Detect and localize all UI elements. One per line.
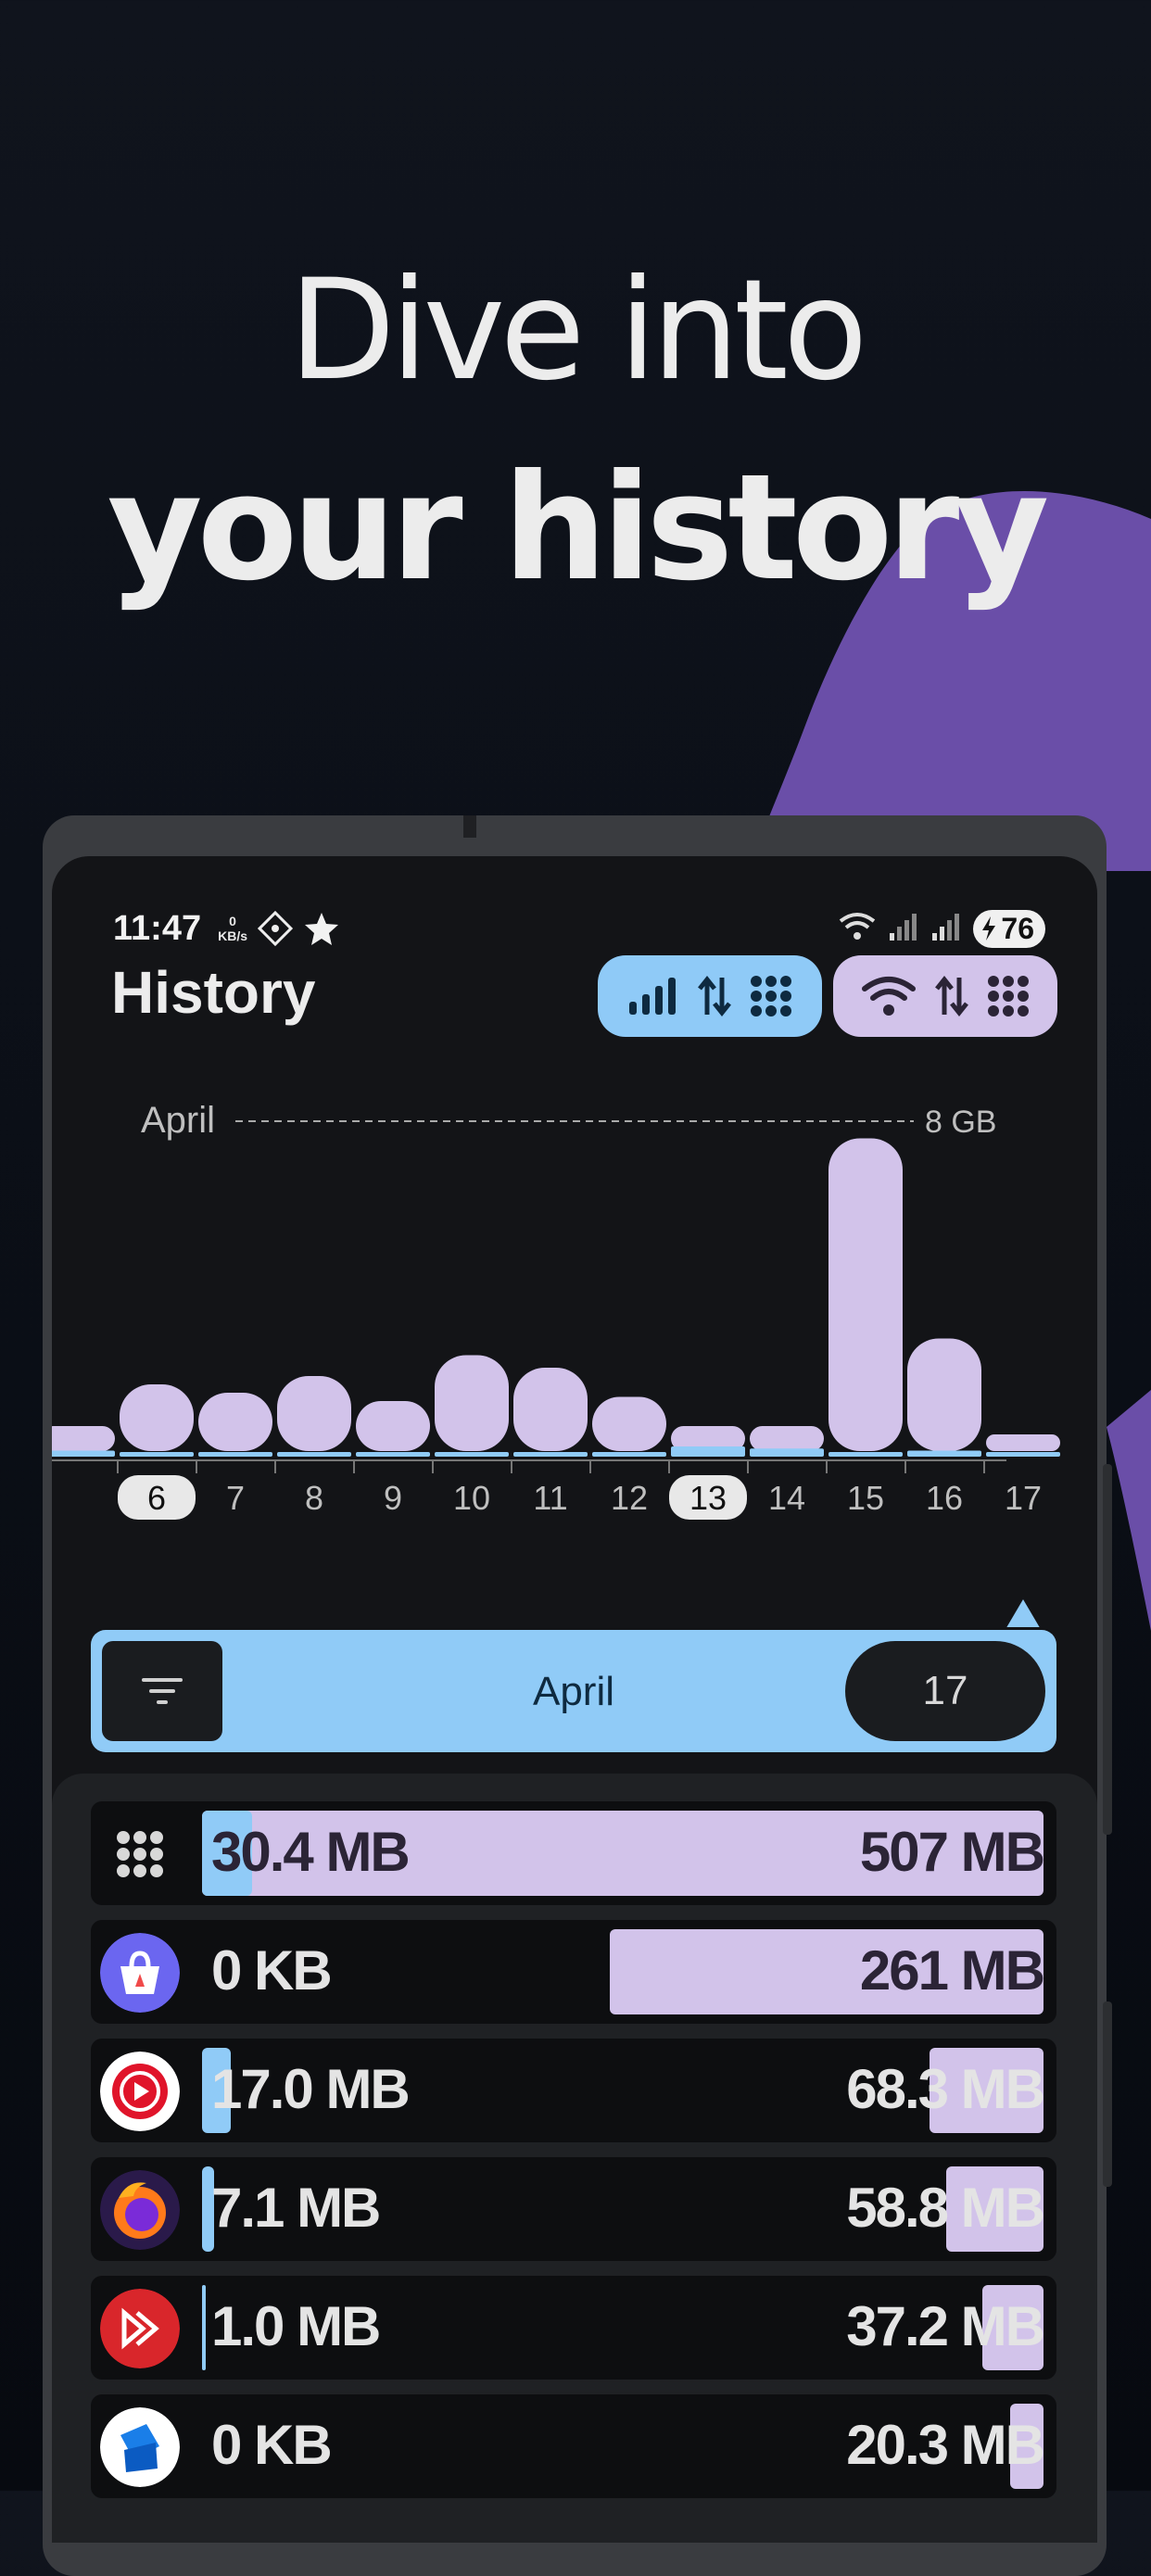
headline-line-2: your history bbox=[107, 443, 1050, 613]
wifi-usage-value: 37.2 MB bbox=[846, 2295, 1045, 2357]
app-usage-row[interactable]: 1.0 MB 37.2 MB bbox=[91, 2276, 1056, 2380]
bar-mobile bbox=[356, 1452, 430, 1457]
speed-unit: KB/s bbox=[218, 928, 247, 943]
apps-grid-icon bbox=[100, 1814, 180, 1894]
bar-mobile bbox=[52, 1450, 115, 1457]
mobile-usage-value: 0 KB bbox=[211, 1939, 333, 2001]
x-tick-label: 14 bbox=[768, 1479, 805, 1517]
galaxy-store-icon bbox=[100, 1933, 180, 2013]
x-tick-label: 17 bbox=[1005, 1479, 1042, 1517]
x-tick-label: 15 bbox=[847, 1479, 884, 1517]
bar-mobile bbox=[592, 1452, 666, 1457]
wifi-usage-value: 20.3 MB bbox=[846, 2414, 1045, 2476]
bar-mobile bbox=[750, 1448, 824, 1457]
wifi-icon bbox=[838, 910, 877, 948]
status-time: 11:47 bbox=[113, 908, 202, 948]
chart-month-label: April bbox=[141, 1100, 215, 1141]
wifi-usage-value: 261 MB bbox=[859, 1939, 1045, 2001]
signal-icon bbox=[888, 911, 919, 947]
battery-indicator: 76 bbox=[973, 909, 1045, 948]
bar-mobile bbox=[828, 1452, 903, 1457]
date-selector: April 17 bbox=[91, 1630, 1056, 1752]
speedometer-icon bbox=[257, 910, 294, 947]
status-bar: 11:47 0 KB/s 76 bbox=[113, 901, 1045, 956]
youtube-music-icon bbox=[100, 2052, 180, 2131]
bar-wifi bbox=[198, 1393, 272, 1451]
selected-day-pointer bbox=[1006, 1599, 1040, 1627]
wifi-usage-value: 507 MB bbox=[859, 1821, 1045, 1883]
app-usage-row[interactable]: 0 KB 261 MB bbox=[91, 1920, 1056, 2024]
phone-screen: 11:47 0 KB/s 76 History April 8 GB 6 7 8… bbox=[52, 856, 1097, 2543]
bar-mobile bbox=[198, 1452, 272, 1457]
battery-level: 76 bbox=[1001, 911, 1034, 945]
app-usage-panel: 30.4 MB 507 MB 0 KB 261 MB 17.0 MB 68.3 MB 7.1… bbox=[52, 1774, 1097, 2543]
mobile-usage-bar bbox=[202, 2285, 206, 2370]
cellular-icon bbox=[629, 978, 676, 1015]
mobile-usage-value: 7.1 MB bbox=[211, 2177, 381, 2239]
mobile-usage-value: 17.0 MB bbox=[211, 2058, 411, 2120]
page-title: History bbox=[111, 959, 316, 1026]
x-tick-label: 9 bbox=[384, 1479, 402, 1517]
mobile-data-filter-button[interactable] bbox=[598, 955, 822, 1037]
x-tick-label: 7 bbox=[226, 1479, 245, 1517]
battery-charging-icon bbox=[982, 916, 996, 941]
x-tick-label: 6 bbox=[147, 1479, 166, 1517]
bar-mobile bbox=[277, 1452, 351, 1457]
headline-line-1: Dive into bbox=[288, 250, 867, 411]
app-usage-row[interactable]: 0 KB 20.3 MB bbox=[91, 2394, 1056, 2498]
selected-day-button[interactable]: 17 bbox=[845, 1641, 1045, 1741]
device-seam bbox=[463, 815, 476, 838]
bar-wifi bbox=[513, 1368, 588, 1451]
bar-wifi bbox=[356, 1401, 430, 1451]
app-usage-row[interactable]: 17.0 MB 68.3 MB bbox=[91, 2039, 1056, 2142]
bar-mobile bbox=[435, 1452, 509, 1457]
bar-mobile bbox=[986, 1452, 1060, 1457]
star-icon bbox=[303, 910, 340, 947]
bar-wifi bbox=[750, 1426, 824, 1451]
mobile-usage-value: 30.4 MB bbox=[211, 1821, 411, 1883]
bar-wifi bbox=[592, 1396, 666, 1451]
apps-grid-icon bbox=[988, 976, 1029, 1017]
speed-value: 0 bbox=[229, 914, 236, 928]
x-tick-label: 16 bbox=[926, 1479, 963, 1517]
x-tick-label: 10 bbox=[453, 1479, 490, 1517]
bar-wifi bbox=[828, 1138, 903, 1451]
signal-icon bbox=[930, 911, 962, 947]
bar-mobile bbox=[907, 1450, 981, 1457]
x-tick-label: 13 bbox=[689, 1479, 727, 1517]
mobile-usage-value: 0 KB bbox=[211, 2414, 333, 2476]
x-tick-label: 8 bbox=[305, 1479, 323, 1517]
app-usage-row[interactable]: 30.4 MB 507 MB bbox=[91, 1801, 1056, 1905]
x-tick-label: 12 bbox=[611, 1479, 648, 1517]
wifi-usage-value: 58.8 MB bbox=[846, 2177, 1045, 2239]
firefox-icon bbox=[100, 2170, 180, 2250]
bar-wifi bbox=[435, 1355, 509, 1451]
mobile-usage-value: 1.0 MB bbox=[211, 2295, 381, 2357]
chart-max-label: 8 GB bbox=[925, 1105, 996, 1140]
bar-wifi bbox=[277, 1376, 351, 1451]
x-tick-label: 11 bbox=[533, 1479, 567, 1517]
bar-wifi bbox=[52, 1426, 115, 1451]
bar-mobile bbox=[671, 1446, 745, 1457]
network-speed: 0 KB/s bbox=[218, 914, 247, 943]
app-usage-row[interactable]: 7.1 MB 58.8 MB bbox=[91, 2157, 1056, 2261]
apps-grid-icon bbox=[751, 976, 791, 1017]
bar-wifi bbox=[120, 1384, 194, 1451]
wifi-icon bbox=[862, 977, 916, 1016]
updown-arrows-icon bbox=[935, 975, 968, 1017]
blue-app-icon bbox=[100, 2407, 180, 2487]
wifi-filter-button[interactable] bbox=[833, 955, 1057, 1037]
wifi-usage-value: 68.3 MB bbox=[846, 2058, 1045, 2120]
bar-mobile bbox=[513, 1452, 588, 1457]
video-app-icon bbox=[100, 2289, 180, 2368]
side-button bbox=[1103, 1464, 1112, 1835]
bar-wifi bbox=[907, 1338, 981, 1451]
side-button bbox=[1103, 2001, 1112, 2187]
bar-wifi bbox=[986, 1434, 1060, 1451]
updown-arrows-icon bbox=[698, 975, 731, 1017]
history-chart[interactable]: April 8 GB 6 7 8 9 10 11 12 13 14 15 16 17 bbox=[52, 1071, 1097, 1627]
bar-mobile bbox=[120, 1452, 194, 1457]
